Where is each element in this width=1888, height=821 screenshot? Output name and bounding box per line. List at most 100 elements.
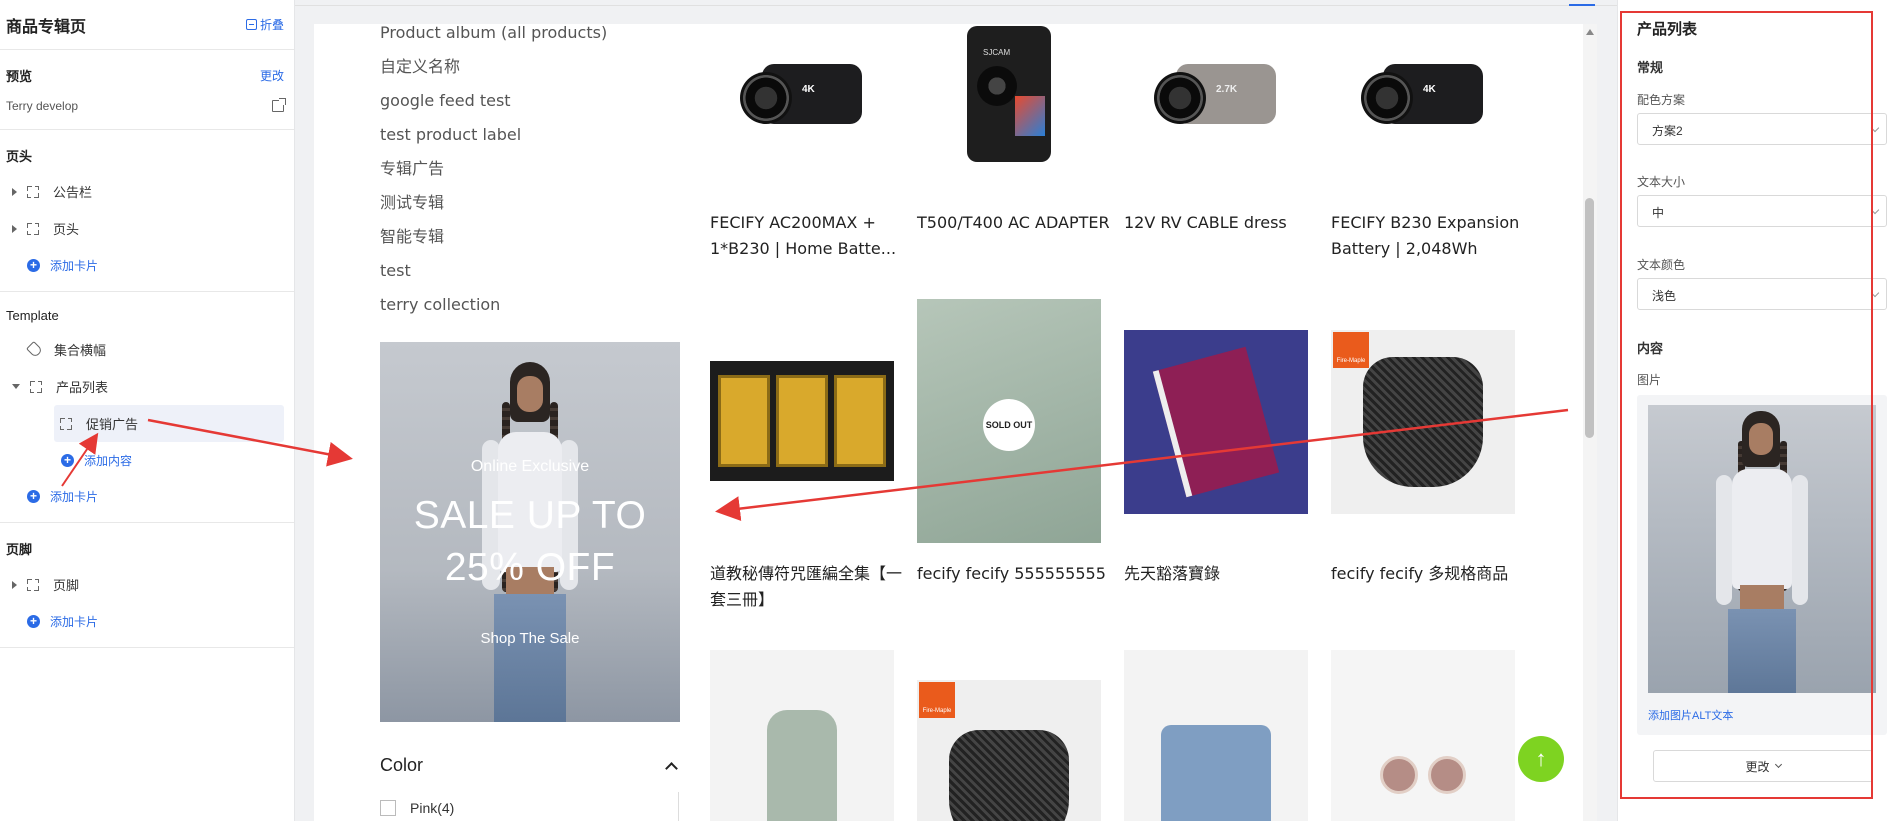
color-scheme-value: 方案2 bbox=[1652, 124, 1683, 138]
product-image bbox=[710, 361, 894, 481]
add-card-button[interactable]: + 添加卡片 bbox=[0, 478, 294, 514]
caret-right-icon[interactable] bbox=[12, 224, 17, 233]
selected-image-thumbnail[interactable] bbox=[1648, 405, 1876, 693]
caret-right-icon[interactable] bbox=[12, 187, 17, 196]
text-size-select[interactable]: 中 bbox=[1637, 195, 1887, 227]
chevron-down-icon bbox=[1870, 205, 1880, 215]
tree-item-label: 页头 bbox=[53, 222, 80, 237]
preview-site-name: Terry develop bbox=[6, 99, 79, 113]
add-content-button[interactable]: + 添加内容 bbox=[0, 442, 294, 478]
template-section: Template 集合横幅 产品列表 促销广告 + 添加内容 + 添加卡片 bbox=[0, 292, 294, 523]
plus-circle-icon: + bbox=[27, 489, 40, 503]
camera-label: 2.7K bbox=[1216, 84, 1238, 95]
product-name[interactable]: 道教秘傳符咒匯編全集【一套三冊】 bbox=[710, 561, 910, 613]
chevron-down-icon bbox=[1774, 760, 1782, 769]
add-card-label: 添加卡片 bbox=[50, 258, 99, 273]
add-card-button[interactable]: + 添加卡片 bbox=[0, 603, 294, 639]
camera-label: 4K bbox=[1423, 84, 1436, 95]
product-image: Fire-Maple bbox=[1331, 330, 1515, 514]
product-name[interactable]: FECIFY B230 Expansion Battery | 2,048Wh bbox=[1331, 210, 1531, 262]
promo-headline-line1: SALE UP TO bbox=[413, 494, 647, 537]
color-option[interactable]: Pink(4) bbox=[380, 800, 680, 816]
block-frame-icon bbox=[60, 417, 72, 430]
add-card-label: 添加卡片 bbox=[50, 489, 99, 504]
tree-item-header[interactable]: 页头 bbox=[0, 210, 294, 247]
fold-label: 折叠 bbox=[259, 18, 284, 32]
preview-heading: 预览 bbox=[6, 69, 33, 84]
product-name[interactable]: 12V RV CABLE dress bbox=[1124, 210, 1324, 236]
tree-item-promo-ad[interactable]: 促销广告 bbox=[54, 405, 284, 442]
text-color-value: 浅色 bbox=[1652, 289, 1677, 303]
external-link-icon[interactable] bbox=[272, 98, 286, 112]
footer-heading: 页脚 bbox=[6, 542, 33, 557]
category-link[interactable]: 自定义名称 bbox=[380, 50, 607, 84]
brand-badge: Fire-Maple bbox=[919, 682, 955, 718]
product-name[interactable]: FECIFY AC200MAX + 1*B230 | Home Batte... bbox=[710, 210, 910, 262]
chevron-down-icon bbox=[1870, 123, 1880, 133]
promo-cta-link[interactable]: Shop The Sale bbox=[380, 630, 680, 647]
product-image: Fire-Maple bbox=[917, 680, 1101, 821]
app-root: 商品专辑页 折叠 预览 更改 Terry develop 页头 公告栏 页头 +… bbox=[0, 0, 1888, 821]
product-name[interactable]: T500/T400 AC ADAPTER bbox=[917, 210, 1117, 236]
general-heading: 常规 bbox=[1637, 60, 1664, 75]
category-link[interactable]: 专辑广告 bbox=[380, 152, 607, 186]
product-name[interactable]: fecify fecify 555555555 bbox=[917, 561, 1117, 587]
scrollbar-thumb[interactable] bbox=[1585, 198, 1594, 438]
product-name[interactable]: 先天豁落寶錄 bbox=[1124, 561, 1324, 587]
tree-item-label: 促销广告 bbox=[86, 417, 139, 432]
promo-headline-line2: 25% OFF bbox=[444, 546, 616, 589]
color-option-label: Pink(4) bbox=[410, 800, 455, 816]
text-color-label: 文本颜色 bbox=[1637, 258, 1686, 272]
tree-item-label: 公告栏 bbox=[53, 185, 93, 200]
active-indicator bbox=[1569, 4, 1595, 6]
product-image: 2.7K bbox=[1124, 24, 1308, 164]
promo-banner[interactable]: Online Exclusive SALE UP TO 25% OFF Shop… bbox=[380, 342, 680, 722]
content-heading: 内容 bbox=[1637, 341, 1664, 356]
category-link[interactable]: test product label bbox=[380, 118, 607, 152]
category-link[interactable]: 智能专辑 bbox=[380, 220, 607, 254]
color-filter-heading: Color bbox=[380, 754, 424, 775]
category-link[interactable]: Product album (all products) bbox=[380, 24, 607, 50]
category-link[interactable]: 测试专辑 bbox=[380, 186, 607, 220]
add-alt-text-link[interactable]: 添加图片ALT文本 bbox=[1648, 707, 1733, 723]
tree-item-product-list[interactable]: 产品列表 bbox=[0, 368, 294, 405]
section-frame-icon bbox=[27, 222, 39, 235]
color-scheme-select[interactable]: 方案2 bbox=[1637, 113, 1887, 145]
fold-button[interactable]: 折叠 bbox=[245, 16, 284, 33]
caret-down-icon[interactable] bbox=[12, 384, 20, 389]
category-list: Product album (all products) 自定义名称 googl… bbox=[380, 24, 607, 322]
arrow-up-icon[interactable]: ↑ bbox=[1518, 736, 1564, 782]
tree-item-label: 产品列表 bbox=[56, 380, 109, 395]
text-size-value: 中 bbox=[1652, 206, 1665, 220]
filter-divider bbox=[678, 792, 679, 821]
section-frame-icon bbox=[27, 185, 39, 198]
tree-item-footer[interactable]: 页脚 bbox=[0, 566, 294, 603]
camera-label: 4K bbox=[802, 84, 815, 95]
text-color-select[interactable]: 浅色 bbox=[1637, 278, 1887, 310]
template-heading: Template bbox=[6, 308, 59, 323]
preview-canvas: Product album (all products) 自定义名称 googl… bbox=[314, 24, 1597, 821]
product-name[interactable]: fecify fecify 多规格商品 bbox=[1331, 561, 1531, 587]
preview-section-head: 预览 更改 bbox=[0, 50, 294, 93]
add-card-button[interactable]: + 添加卡片 bbox=[0, 247, 294, 283]
promo-headline: SALE UP TO 25% OFF bbox=[380, 490, 680, 594]
checkbox[interactable] bbox=[380, 800, 396, 816]
change-image-button[interactable]: 更改 bbox=[1653, 750, 1873, 782]
product-image bbox=[1124, 330, 1308, 514]
category-link[interactable]: test bbox=[380, 254, 607, 288]
tree-item-announcement[interactable]: 公告栏 bbox=[0, 173, 294, 210]
left-sidebar: 商品专辑页 折叠 预览 更改 Terry develop 页头 公告栏 页头 +… bbox=[0, 0, 295, 821]
promo-eyebrow: Online Exclusive bbox=[470, 458, 590, 475]
caret-right-icon[interactable] bbox=[12, 580, 17, 589]
product-image: 4K bbox=[710, 24, 894, 164]
category-link[interactable]: terry collection bbox=[380, 288, 607, 322]
scroll-up-arrow-icon[interactable] bbox=[1586, 29, 1594, 35]
change-button-label: 更改 bbox=[1745, 759, 1770, 774]
color-filter-header[interactable]: Color bbox=[380, 750, 680, 780]
chevron-up-icon[interactable] bbox=[665, 761, 678, 775]
tree-item-collection-banner[interactable]: 集合横幅 bbox=[0, 331, 294, 368]
plus-circle-icon: + bbox=[61, 453, 74, 467]
preview-change-link[interactable]: 更改 bbox=[260, 67, 284, 84]
category-link[interactable]: google feed test bbox=[380, 84, 607, 118]
settings-title: 产品列表 bbox=[1637, 21, 1698, 38]
